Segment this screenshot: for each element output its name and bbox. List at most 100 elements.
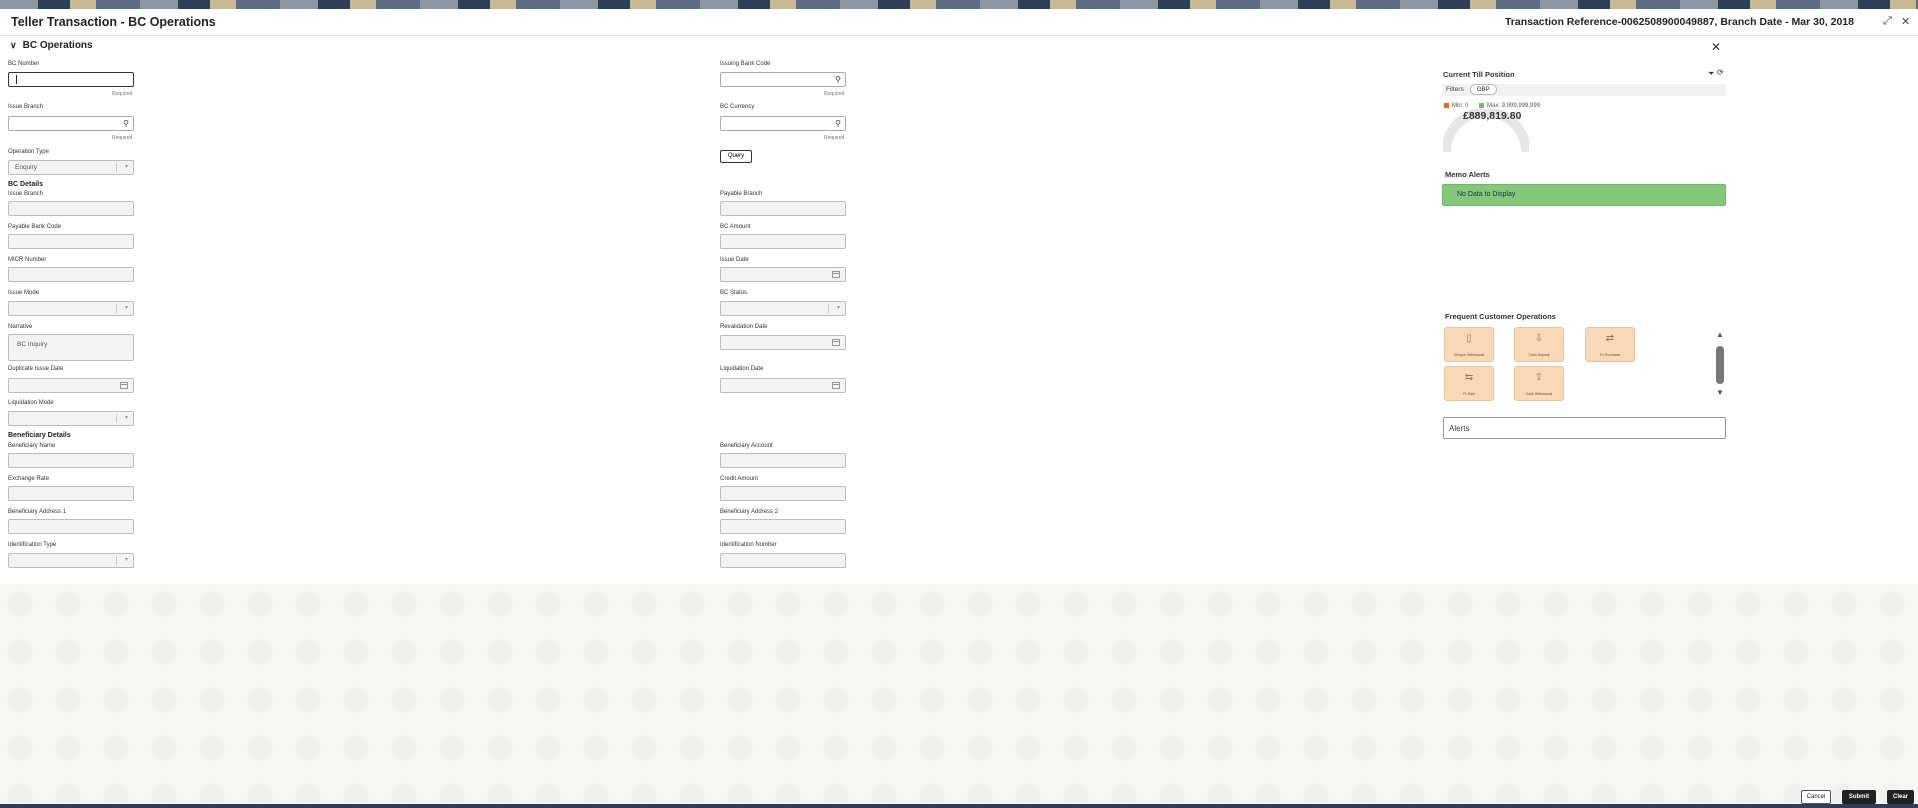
tile-fx-sale[interactable]: ⇆ Fx Sale bbox=[1444, 366, 1494, 401]
issue-branch-label: Issue Branch bbox=[8, 104, 44, 110]
bc-status-label: BC Status bbox=[720, 290, 748, 296]
tile-cheque-withdrawal[interactable]: ▯ Cheque Withdrawal bbox=[1444, 327, 1494, 362]
bc-number-label: BC Number bbox=[8, 61, 40, 67]
issue-branch-detail-field[interactable] bbox=[8, 201, 134, 216]
select-divider bbox=[116, 414, 117, 423]
section-header[interactable]: ∨ BC Operations bbox=[10, 40, 93, 51]
currency-chip[interactable]: GBP bbox=[1470, 84, 1497, 95]
calendar-icon[interactable] bbox=[832, 339, 840, 346]
maximize-icon[interactable]: ⤢ bbox=[1883, 15, 1892, 28]
beneficiary-account-field[interactable] bbox=[720, 453, 846, 468]
filters-label: Filters bbox=[1446, 86, 1464, 93]
bc-currency-required: Required bbox=[824, 135, 845, 141]
alerts-box[interactable]: Alerts bbox=[1443, 417, 1726, 439]
issue-date-label: Issue Date bbox=[720, 257, 749, 263]
scroll-thumb[interactable] bbox=[1716, 346, 1724, 384]
search-icon[interactable]: ⚲ bbox=[123, 119, 129, 128]
close-window-icon[interactable]: ✕ bbox=[1901, 15, 1910, 28]
section-title: BC Operations bbox=[22, 40, 93, 51]
select-divider bbox=[116, 556, 117, 565]
payable-bank-code-label: Payable Bank Code bbox=[8, 224, 62, 230]
exchange-rate-field[interactable] bbox=[8, 486, 134, 501]
memo-empty-text: No Data to Display bbox=[1457, 191, 1516, 198]
issue-branch-detail-label: Issue Branch bbox=[8, 191, 44, 197]
exchange-rate-label: Exchange Rate bbox=[8, 476, 50, 482]
chevron-down-icon[interactable]: ▾ bbox=[125, 163, 128, 170]
issuing-bank-code-input[interactable]: ⚲ bbox=[720, 72, 846, 87]
till-position-title: Current Till Position bbox=[1443, 70, 1515, 79]
beneficiary-address2-field[interactable] bbox=[720, 519, 846, 534]
issue-branch-input[interactable]: ⚲ bbox=[8, 116, 134, 131]
calendar-icon[interactable] bbox=[120, 382, 128, 389]
search-icon[interactable]: ⚲ bbox=[835, 75, 841, 84]
issuing-bank-code-label: Issuing Bank Code bbox=[720, 61, 771, 67]
query-button[interactable]: Query bbox=[720, 150, 752, 163]
memo-alerts-title: Memo Alerts bbox=[1445, 170, 1490, 179]
micr-number-label: MICR Number bbox=[8, 257, 47, 263]
chevron-down-icon[interactable]: ▾ bbox=[125, 414, 128, 421]
tile-cash-deposit[interactable]: ⇩ Cash Deposit bbox=[1514, 327, 1564, 362]
chevron-down-icon[interactable]: ▾ bbox=[125, 556, 128, 563]
credit-amount-label: Credit Amount bbox=[720, 476, 759, 482]
bc-currency-input[interactable]: ⚲ bbox=[720, 116, 846, 131]
window-header: Teller Transaction - BC Operations Trans… bbox=[0, 9, 1918, 36]
chevron-down-icon[interactable]: ▾ bbox=[125, 304, 128, 311]
revalidation-date-field[interactable] bbox=[720, 335, 846, 350]
beneficiary-address1-field[interactable] bbox=[8, 519, 134, 534]
chevron-down-icon[interactable]: ▾ bbox=[837, 304, 840, 311]
main-panel bbox=[0, 36, 1918, 584]
tile-label: Fx Purchase bbox=[1600, 353, 1620, 357]
till-filters-bar: Filters GBP bbox=[1442, 84, 1726, 96]
refresh-icon[interactable]: ⟳ bbox=[1717, 68, 1724, 77]
bc-number-input[interactable] bbox=[8, 72, 134, 87]
beneficiary-address1-label: Beneficiary Address 1 bbox=[8, 509, 67, 515]
tile-label: Fx Sale bbox=[1463, 392, 1475, 396]
beneficiary-name-field[interactable] bbox=[8, 453, 134, 468]
filter-icon[interactable]: ⏷ bbox=[1708, 69, 1714, 79]
liquidation-mode-select[interactable]: ▾ bbox=[8, 411, 134, 426]
payable-branch-field[interactable] bbox=[720, 201, 846, 216]
scroll-down-icon[interactable]: ▼ bbox=[1715, 388, 1725, 397]
tile-cash-withdrawal[interactable]: ⇧ Cash Withdrawal bbox=[1514, 366, 1564, 401]
cheque-icon: ▯ bbox=[1466, 333, 1472, 344]
clear-button[interactable]: Clear bbox=[1887, 790, 1914, 804]
credit-amount-field[interactable] bbox=[720, 486, 846, 501]
bc-number-required: Required bbox=[112, 91, 133, 97]
calendar-icon[interactable] bbox=[832, 382, 840, 389]
liquidation-date-label: Liquidation Date bbox=[720, 366, 764, 372]
beneficiary-account-label: Beneficiary Account bbox=[720, 443, 773, 449]
calendar-icon[interactable] bbox=[832, 271, 840, 278]
issue-branch-required: Required bbox=[112, 135, 133, 141]
liquidation-date-field[interactable] bbox=[720, 378, 846, 393]
identification-number-field[interactable] bbox=[720, 553, 846, 568]
beneficiary-name-label: Beneficiary Name bbox=[8, 443, 56, 449]
cancel-button[interactable]: Cancel bbox=[1801, 790, 1831, 804]
bc-amount-field[interactable] bbox=[720, 234, 846, 249]
issue-mode-select[interactable]: ▾ bbox=[8, 301, 134, 316]
tile-label: Cash Withdrawal bbox=[1525, 392, 1553, 396]
micr-number-field[interactable] bbox=[8, 267, 134, 282]
narrative-value: BC Inquiry bbox=[17, 341, 48, 348]
submit-button[interactable]: Submit bbox=[1842, 790, 1876, 804]
bc-details-heading: BC Details bbox=[8, 181, 44, 188]
narrative-textarea[interactable]: BC Inquiry bbox=[8, 334, 134, 361]
search-icon[interactable]: ⚲ bbox=[835, 119, 841, 128]
revalidation-date-label: Revalidation Date bbox=[720, 324, 768, 330]
frequent-operations-title: Frequent Customer Operations bbox=[1445, 312, 1556, 321]
identification-type-select[interactable]: ▾ bbox=[8, 553, 134, 568]
background-pattern bbox=[0, 584, 1918, 803]
bc-status-select[interactable]: ▾ bbox=[720, 301, 846, 316]
payable-bank-code-field[interactable] bbox=[8, 234, 134, 249]
duplicate-issue-date-label: Duplicate Issue Date bbox=[8, 366, 64, 372]
operation-type-select[interactable]: Enquiry ▾ bbox=[8, 160, 134, 175]
close-icon[interactable]: ✕ bbox=[1711, 40, 1721, 54]
chevron-down-icon[interactable]: ∨ bbox=[10, 40, 17, 51]
duplicate-issue-date-field[interactable] bbox=[8, 378, 134, 393]
text-caret bbox=[16, 75, 17, 84]
narrative-label: Narrative bbox=[8, 324, 33, 330]
scroll-up-icon[interactable]: ▲ bbox=[1715, 330, 1725, 339]
tiles-scrollbar[interactable]: ▲ ▼ bbox=[1715, 330, 1725, 400]
issue-date-field[interactable] bbox=[720, 267, 846, 282]
tile-fx-purchase[interactable]: ⇄ Fx Purchase bbox=[1585, 327, 1635, 362]
bc-currency-label: BC Currency bbox=[720, 104, 755, 110]
